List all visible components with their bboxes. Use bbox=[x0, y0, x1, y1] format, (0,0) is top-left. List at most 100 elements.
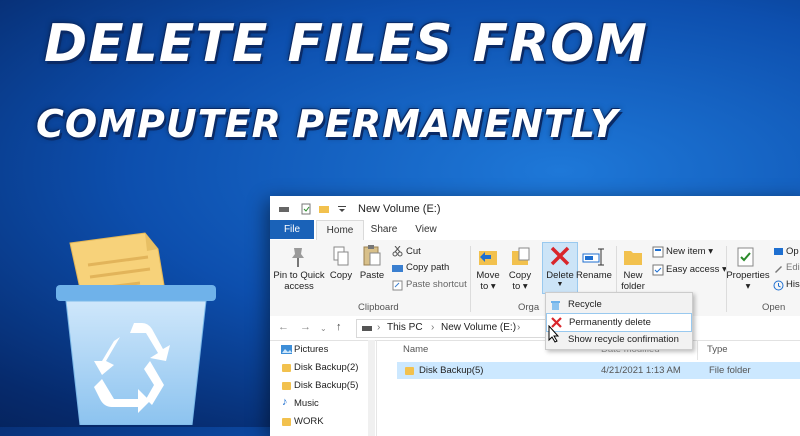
copy-path-button[interactable]: Copy path bbox=[406, 262, 449, 273]
cut-icon bbox=[392, 246, 403, 257]
drive-icon bbox=[362, 326, 372, 331]
new-item-button[interactable]: New item ▾ bbox=[666, 246, 713, 257]
sidebar-item-label: WORK bbox=[294, 416, 324, 427]
organize-group-label: Orga bbox=[518, 302, 540, 313]
move-to-line1: Move bbox=[476, 270, 500, 281]
rename-icon bbox=[582, 248, 604, 266]
nav-scrollbar[interactable] bbox=[368, 340, 375, 436]
properties-label: Properties bbox=[726, 270, 770, 281]
copy-to-icon bbox=[512, 247, 530, 265]
headline-line-2: COMPUTER PERMANENTLY bbox=[36, 102, 619, 146]
copy-to-line2: to bbox=[512, 281, 521, 292]
pin-label-line2: access bbox=[284, 281, 314, 292]
cut-button[interactable]: Cut bbox=[406, 246, 421, 257]
breadcrumb-separator: › bbox=[431, 322, 435, 333]
row-name: Disk Backup(5) bbox=[419, 365, 484, 376]
back-arrow-icon[interactable]: ← bbox=[278, 321, 289, 333]
delete-label: Delete bbox=[546, 270, 574, 281]
paste-button[interactable]: Paste bbox=[358, 270, 386, 281]
sidebar-item-label: Pictures bbox=[294, 344, 329, 355]
paste-shortcut-icon bbox=[392, 280, 403, 291]
ribbon-separator bbox=[470, 246, 471, 312]
menu-item-label: Permanently delete bbox=[569, 317, 651, 328]
delete-dropdown-menu: Recycle Permanently delete Show recycle … bbox=[545, 292, 693, 350]
row-date: 4/21/2021 1:13 AM bbox=[601, 365, 681, 376]
tab-view[interactable]: View bbox=[406, 220, 446, 239]
row-type: File folder bbox=[709, 365, 751, 376]
ribbon-tabs: File Home Share View bbox=[270, 220, 800, 241]
paste-shortcut-button[interactable]: Paste shortcut bbox=[406, 279, 467, 290]
column-header-name[interactable]: Name bbox=[403, 344, 428, 355]
new-folder-quick-icon[interactable] bbox=[318, 203, 330, 215]
menu-item-label: Show recycle confirmation bbox=[568, 334, 679, 345]
properties-button[interactable]: Properties ▾ bbox=[726, 270, 770, 292]
new-item-label: New item bbox=[666, 246, 706, 257]
menu-item-permanently-delete[interactable]: Permanently delete bbox=[546, 313, 692, 332]
folder-icon bbox=[282, 382, 291, 390]
history-button[interactable]: His bbox=[786, 279, 800, 290]
history-icon bbox=[773, 280, 784, 291]
ribbon-home: Pin to Quick access Copy Paste Cut Copy … bbox=[270, 240, 800, 317]
column-header-type[interactable]: Type bbox=[707, 344, 728, 355]
menu-item-show-recycle-confirmation[interactable]: Show recycle confirmation bbox=[546, 331, 692, 348]
open-icon bbox=[774, 248, 783, 255]
breadcrumb-this-pc[interactable]: This PC bbox=[387, 322, 423, 333]
easy-access-button[interactable]: Easy access ▾ bbox=[666, 264, 727, 275]
tab-home[interactable]: Home bbox=[316, 220, 364, 240]
folder-icon bbox=[405, 367, 414, 375]
forward-arrow-icon[interactable]: → bbox=[300, 321, 311, 333]
new-item-icon bbox=[652, 246, 664, 258]
recent-chevron-icon[interactable]: ⌄ bbox=[320, 324, 327, 333]
chevron-down-icon[interactable] bbox=[336, 203, 348, 215]
sidebar-item-label: Disk Backup(2) bbox=[294, 362, 359, 373]
tab-share[interactable]: Share bbox=[364, 220, 404, 239]
easy-access-label: Easy access bbox=[666, 264, 720, 275]
pin-icon bbox=[292, 248, 304, 267]
clipboard-group-label: Clipboard bbox=[358, 302, 399, 313]
new-folder-icon bbox=[624, 251, 642, 265]
breadcrumb-separator: › bbox=[517, 322, 521, 333]
move-to-icon bbox=[479, 251, 497, 265]
paste-icon bbox=[363, 245, 381, 266]
recycle-icon bbox=[551, 301, 560, 310]
sidebar-item-label: Music bbox=[294, 398, 319, 409]
properties-icon bbox=[737, 247, 754, 267]
breadcrumb-volume[interactable]: New Volume (E:) bbox=[441, 322, 516, 333]
delete-button[interactable]: Delete ▼ bbox=[542, 242, 578, 294]
file-explorer-window: New Volume (E:) File Home Share View Pin… bbox=[270, 196, 800, 436]
menu-item-label: Recycle bbox=[568, 299, 602, 310]
mouse-cursor-icon bbox=[548, 325, 560, 343]
drive-icon bbox=[279, 207, 289, 212]
copy-icon bbox=[333, 246, 349, 266]
new-folder-line1: New bbox=[623, 270, 643, 281]
copy-to-button[interactable]: Copy to ▾ bbox=[504, 270, 536, 292]
rename-button[interactable]: Rename bbox=[576, 270, 612, 281]
pictures-icon bbox=[281, 345, 292, 354]
folder-icon bbox=[282, 418, 291, 426]
music-icon: ♪ bbox=[282, 396, 288, 408]
column-divider bbox=[697, 340, 698, 360]
open-button[interactable]: Op bbox=[786, 246, 799, 257]
copy-button[interactable]: Copy bbox=[326, 270, 356, 281]
copy-to-line1: Copy bbox=[508, 270, 532, 281]
move-to-line2: to bbox=[480, 281, 489, 292]
copy-path-icon bbox=[392, 265, 403, 272]
easy-access-icon bbox=[652, 264, 664, 276]
new-folder-button[interactable]: New folder bbox=[616, 270, 650, 292]
window-title: New Volume (E:) bbox=[358, 203, 441, 215]
menu-item-recycle[interactable]: Recycle bbox=[546, 296, 692, 313]
file-list: Name Date modified Type Disk Backup(5) 4… bbox=[377, 340, 800, 436]
up-arrow-icon[interactable]: ↑ bbox=[336, 321, 342, 333]
edit-icon bbox=[775, 266, 782, 273]
move-to-button[interactable]: Move to ▾ bbox=[472, 270, 504, 292]
tab-file[interactable]: File bbox=[270, 220, 314, 239]
headline-line-1: DELETE FILES FROM bbox=[44, 14, 649, 74]
navigation-pane: Pictures Disk Backup(2) Disk Backup(5) ♪… bbox=[270, 340, 377, 436]
sidebar-item-label: Disk Backup(5) bbox=[294, 380, 359, 391]
title-bar: New Volume (E:) bbox=[270, 196, 800, 222]
properties-quick-icon[interactable] bbox=[300, 203, 312, 215]
breadcrumb-separator: › bbox=[377, 322, 381, 333]
new-folder-line2: folder bbox=[621, 281, 645, 292]
pin-to-quick-access-button[interactable]: Pin to Quick access bbox=[273, 270, 325, 292]
edit-button[interactable]: Edi bbox=[786, 262, 800, 273]
